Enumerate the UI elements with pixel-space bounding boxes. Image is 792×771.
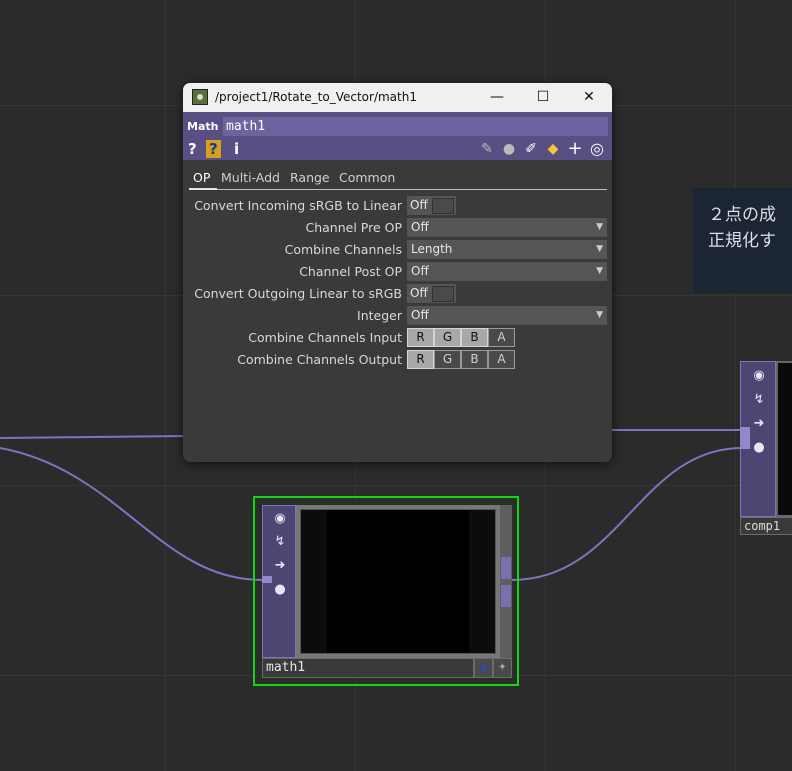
channel-g-toggle[interactable]: G: [434, 328, 461, 347]
tab-range[interactable]: Range: [290, 170, 330, 185]
export-arrow-icon[interactable]: ➜: [748, 414, 770, 434]
cook-icon[interactable]: ↯: [269, 532, 291, 552]
op-type-label: Math: [187, 120, 219, 133]
chevron-down-icon: ▼: [596, 244, 603, 254]
python-help-icon[interactable]: ?: [206, 140, 221, 158]
note-line-2: 正規化す: [708, 231, 776, 251]
lock-icon[interactable]: ●: [269, 580, 291, 600]
param-combine-input: Combine Channels Input R G B A: [183, 328, 612, 348]
channel-g-toggle[interactable]: G: [434, 350, 461, 369]
wire-input-to-math1: [0, 447, 263, 581]
math1-node[interactable]: ◉ ↯ ➜ ● math1 ● ✦: [262, 505, 512, 678]
channel-a-toggle[interactable]: A: [488, 350, 515, 369]
comp1-node[interactable]: ◉ ↯ ➜ ● comp1: [740, 361, 792, 535]
annotation-note[interactable]: ２点の成 正規化す: [693, 188, 792, 293]
edit-pencil-icon[interactable]: ✎: [478, 140, 496, 158]
comp1-input-connector[interactable]: [740, 427, 750, 449]
param-label: Integer: [357, 308, 402, 323]
chevron-down-icon: ▼: [596, 222, 603, 232]
param-combine-output: Combine Channels Output R G B A: [183, 350, 612, 370]
tab-common[interactable]: Common: [339, 170, 395, 185]
math1-viewer[interactable]: [296, 505, 500, 658]
output-flag-2[interactable]: [501, 585, 511, 607]
math1-name-label[interactable]: math1: [262, 658, 474, 678]
info-icon[interactable]: i: [234, 140, 239, 158]
chevron-down-icon: ▼: [596, 310, 603, 320]
tab-underline: [189, 188, 607, 190]
param-integer: Integer Off ▼: [183, 306, 612, 326]
note-line-1: ２点の成: [708, 205, 776, 225]
menu-value: Off: [411, 264, 429, 278]
convert-incoming-toggle[interactable]: Off: [407, 196, 456, 215]
math1-input-connector[interactable]: [262, 576, 272, 583]
close-button[interactable]: ✕: [566, 83, 612, 112]
math1-preview: [300, 509, 496, 654]
python-icon[interactable]: ◆: [544, 140, 562, 158]
wire-math1-to-comp1: [511, 447, 743, 581]
maximize-button[interactable]: ☐: [520, 83, 566, 112]
param-label: Convert Incoming sRGB to Linear: [194, 198, 402, 213]
comp1-name-label[interactable]: comp1: [740, 517, 792, 535]
integer-menu[interactable]: Off ▼: [407, 306, 607, 325]
comp1-viewer[interactable]: [776, 361, 792, 517]
dialog-title: /project1/Rotate_to_Vector/math1: [215, 90, 417, 104]
lock-icon[interactable]: ●: [748, 438, 770, 458]
channel-b-toggle[interactable]: B: [461, 350, 488, 369]
comment-icon[interactable]: ●: [500, 140, 518, 158]
touchdesigner-app-icon: [192, 89, 208, 105]
export-arrow-icon[interactable]: ➜: [269, 556, 291, 576]
toggle-switch: [432, 198, 454, 214]
op-header: Math math1 ? ? i ✎ ● ✐ ◆ + ◎: [183, 112, 612, 160]
toggle-value: Off: [410, 286, 428, 300]
param-label: Convert Outgoing Linear to sRGB: [194, 286, 402, 301]
menu-value: Off: [411, 308, 429, 322]
toggle-switch: [432, 286, 454, 302]
preview-stripe-right: [469, 510, 495, 653]
add-icon[interactable]: +: [566, 140, 584, 158]
param-label: Channel Pre OP: [305, 220, 402, 235]
channel-r-toggle[interactable]: R: [407, 350, 434, 369]
channel-pre-op-menu[interactable]: Off ▼: [407, 218, 607, 237]
menu-value: Length: [411, 242, 453, 256]
minimize-button[interactable]: —: [474, 83, 520, 112]
target-icon[interactable]: ◎: [588, 140, 606, 158]
viewer-toggle-icon[interactable]: ◉: [269, 509, 291, 529]
param-label: Combine Channels Input: [248, 330, 402, 345]
clipboard-icon[interactable]: ✐: [522, 140, 540, 158]
dialog-titlebar[interactable]: /project1/Rotate_to_Vector/math1 — ☐ ✕: [183, 83, 612, 112]
channel-r-toggle[interactable]: R: [407, 328, 434, 347]
help-icon[interactable]: ?: [188, 140, 197, 158]
convert-outgoing-toggle[interactable]: Off: [407, 284, 456, 303]
bypass-dot-icon[interactable]: ●: [474, 658, 493, 678]
viewer-toggle-icon[interactable]: ◉: [748, 366, 770, 386]
channel-a-toggle[interactable]: A: [488, 328, 515, 347]
param-combine-channels: Combine Channels Length ▼: [183, 240, 612, 260]
param-label: Channel Post OP: [299, 264, 402, 279]
combine-channels-menu[interactable]: Length ▼: [407, 240, 607, 259]
parameter-dialog[interactable]: /project1/Rotate_to_Vector/math1 — ☐ ✕ M…: [183, 83, 612, 462]
tab-op[interactable]: OP: [193, 170, 210, 185]
op-name-field[interactable]: math1: [223, 117, 608, 136]
param-convert-incoming: Convert Incoming sRGB to Linear Off: [183, 196, 612, 216]
param-convert-outgoing: Convert Outgoing Linear to sRGB Off: [183, 284, 612, 304]
wire-top-in: [0, 435, 186, 439]
cook-icon[interactable]: ↯: [748, 390, 770, 410]
param-label: Combine Channels: [284, 242, 402, 257]
toggle-value: Off: [410, 198, 428, 212]
param-channel-pre-op: Channel Pre OP Off ▼: [183, 218, 612, 238]
channel-b-toggle[interactable]: B: [461, 328, 488, 347]
param-label: Combine Channels Output: [237, 352, 402, 367]
menu-value: Off: [411, 220, 429, 234]
chevron-down-icon: ▼: [596, 266, 603, 276]
preview-stripe-left: [301, 510, 327, 653]
tab-multi-add[interactable]: Multi-Add: [221, 170, 280, 185]
channel-post-op-menu[interactable]: Off ▼: [407, 262, 607, 281]
param-channel-post-op: Channel Post OP Off ▼: [183, 262, 612, 282]
output-flag-1[interactable]: [501, 557, 511, 579]
math1-output-bar: [500, 505, 512, 658]
display-flag-icon[interactable]: ✦: [493, 658, 512, 678]
